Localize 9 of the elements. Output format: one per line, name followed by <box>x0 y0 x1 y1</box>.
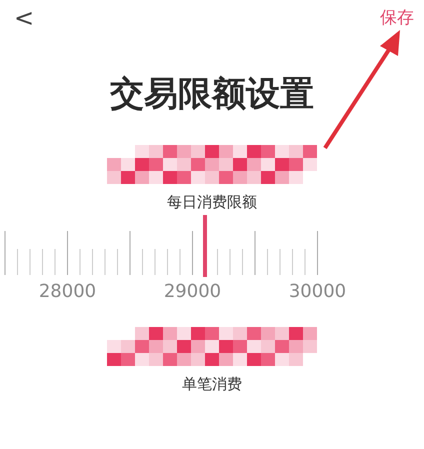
back-button[interactable]: < <box>10 6 38 30</box>
scale-label: 29000 <box>162 282 222 301</box>
limit-label: 每日消费限额 <box>166 192 258 211</box>
save-button[interactable]: 保存 <box>380 8 414 28</box>
scale-label: 28000 <box>38 282 98 301</box>
limit-label: 单笔消费 <box>181 374 243 393</box>
scale-label: 30000 <box>288 282 348 301</box>
value-indicator <box>203 214 207 277</box>
page-title: 交易限额设置 <box>109 74 315 115</box>
